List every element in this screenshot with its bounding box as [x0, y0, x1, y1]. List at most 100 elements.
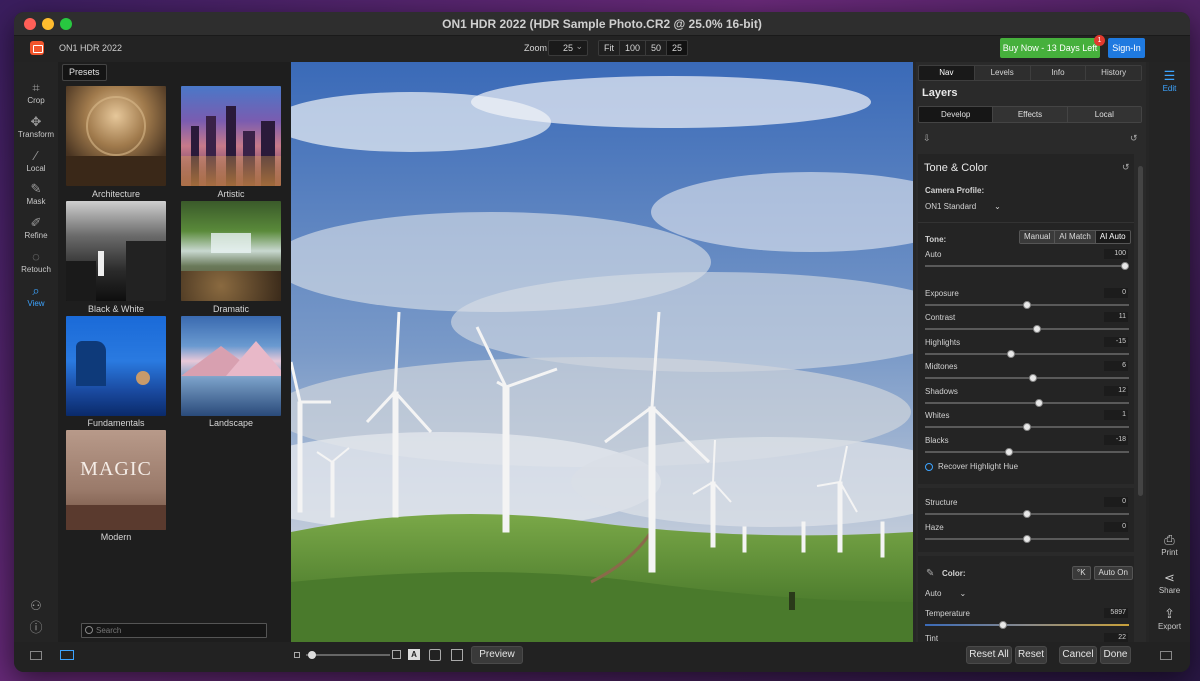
haze-slider[interactable]	[925, 535, 1129, 543]
zoom-slider[interactable]	[306, 651, 390, 659]
blacks-slider[interactable]	[925, 448, 1129, 456]
tone-ai-match-button[interactable]: AI Match	[1055, 231, 1096, 243]
sign-in-button[interactable]: Sign-In	[1108, 38, 1145, 58]
tool-refine[interactable]: ✐ Refine	[14, 215, 58, 240]
zoom-100-button[interactable]: 100	[620, 41, 647, 55]
tool-crop[interactable]: ⌗ Crop	[14, 80, 58, 105]
zoom-window-button[interactable]	[60, 18, 72, 30]
slider-knob[interactable]	[1007, 350, 1015, 358]
kelvin-button[interactable]: °K	[1072, 566, 1091, 580]
whites-slider[interactable]	[925, 423, 1129, 431]
auto-icon[interactable]: A	[408, 649, 420, 660]
temperature-value[interactable]: 5897	[1104, 608, 1128, 618]
tab-local[interactable]: Local	[1067, 107, 1141, 122]
tab-history[interactable]: History	[1086, 66, 1141, 80]
compare-icon[interactable]	[429, 649, 441, 661]
tone-manual-button[interactable]: Manual	[1020, 231, 1056, 243]
toggle-left-panel-icon[interactable]	[30, 651, 42, 660]
preview-button[interactable]: Preview	[471, 646, 523, 664]
zoom-select[interactable]: 25	[548, 39, 588, 56]
slider-knob[interactable]	[1023, 423, 1031, 431]
camera-profile-select[interactable]: ON1 Standard ⌄	[925, 202, 1001, 211]
reset-layer-icon[interactable]: ↺	[1130, 133, 1138, 144]
slider-knob[interactable]	[1023, 510, 1031, 518]
color-mode-select[interactable]: Auto ⌄	[925, 589, 966, 598]
preset-fundamentals-thumb[interactable]	[66, 316, 166, 416]
slider-knob[interactable]	[999, 621, 1007, 629]
help-button[interactable]: ⓘ	[14, 620, 58, 636]
preset-architecture-thumb[interactable]	[66, 86, 166, 186]
slider-knob[interactable]	[308, 651, 316, 659]
midtones-value[interactable]: 6	[1104, 361, 1128, 371]
tool-local[interactable]: ⁄ Local	[14, 148, 58, 173]
contrast-slider[interactable]	[925, 325, 1129, 333]
minimize-window-button[interactable]	[42, 18, 54, 30]
account-button[interactable]: ⚇	[14, 598, 58, 614]
tool-view[interactable]: ⌕ View	[14, 283, 58, 308]
preset-landscape-thumb[interactable]	[181, 316, 281, 416]
presets-tab[interactable]: Presets	[62, 64, 107, 81]
zoom-50-button[interactable]: 50	[646, 41, 668, 55]
toggle-browser-icon[interactable]	[60, 650, 74, 660]
exposure-slider[interactable]	[925, 301, 1129, 309]
photo-canvas[interactable]	[291, 62, 913, 642]
zoom-fit-button[interactable]: Fit	[599, 41, 620, 55]
blacks-value[interactable]: -18	[1104, 435, 1128, 445]
tab-nav[interactable]: Nav	[919, 66, 975, 80]
module-export[interactable]: ⇪ Export	[1149, 606, 1190, 631]
buy-now-button[interactable]: Buy Now - 13 Days Left	[1000, 38, 1100, 58]
temperature-slider[interactable]	[925, 621, 1129, 629]
recover-highlight-hue-toggle[interactable]	[925, 463, 933, 471]
preset-modern-thumb[interactable]: MAGIC	[66, 430, 166, 530]
cancel-button[interactable]: Cancel	[1059, 646, 1097, 664]
exposure-value[interactable]: 0	[1104, 288, 1128, 298]
preset-search-input[interactable]: Search	[81, 623, 267, 638]
tool-mask[interactable]: ✎ Mask	[14, 181, 58, 206]
done-button[interactable]: Done	[1100, 646, 1131, 664]
tab-effects[interactable]: Effects	[993, 107, 1068, 122]
save-preset-icon[interactable]: ⇩	[923, 133, 931, 144]
shadows-value[interactable]: 12	[1104, 386, 1128, 396]
auto-value[interactable]: 100	[1104, 249, 1128, 259]
zoom-min-icon[interactable]	[294, 652, 300, 658]
slider-knob[interactable]	[1029, 374, 1037, 382]
reset-all-button[interactable]: Reset All	[966, 646, 1012, 664]
panel-scrollbar[interactable]	[1138, 166, 1143, 496]
close-window-button[interactable]	[24, 18, 36, 30]
auto-slider[interactable]	[925, 262, 1129, 270]
preset-black-white-thumb[interactable]	[66, 201, 166, 301]
slider-knob[interactable]	[1035, 399, 1043, 407]
tone-ai-auto-button[interactable]: AI Auto	[1095, 231, 1130, 243]
reset-button[interactable]: Reset	[1015, 646, 1047, 664]
overlay-icon[interactable]	[451, 649, 463, 661]
slider-knob[interactable]	[1121, 262, 1129, 270]
slider-knob[interactable]	[1023, 535, 1031, 543]
eyedropper-icon[interactable]: ✎	[926, 568, 934, 579]
tool-retouch[interactable]: ◌ Retouch	[14, 249, 58, 274]
structure-slider[interactable]	[925, 510, 1129, 518]
auto-on-button[interactable]: Auto On	[1093, 566, 1133, 580]
shadows-slider[interactable]	[925, 399, 1129, 407]
slider-knob[interactable]	[1005, 448, 1013, 456]
preset-artistic-thumb[interactable]	[181, 86, 281, 186]
midtones-slider[interactable]	[925, 374, 1129, 382]
contrast-value[interactable]: 11	[1104, 312, 1128, 322]
reset-section-icon[interactable]: ↺	[1122, 162, 1130, 173]
structure-value[interactable]: 0	[1104, 497, 1128, 507]
toggle-right-panel-icon[interactable]	[1160, 651, 1172, 660]
slider-knob[interactable]	[1033, 325, 1041, 333]
tab-info[interactable]: Info	[1030, 66, 1087, 80]
module-edit[interactable]: ☰ Edit	[1149, 68, 1190, 93]
zoom-max-icon[interactable]	[392, 650, 401, 659]
tab-levels[interactable]: Levels	[974, 66, 1031, 80]
highlights-slider[interactable]	[925, 350, 1129, 358]
whites-value[interactable]: 1	[1104, 410, 1128, 420]
slider-knob[interactable]	[1023, 301, 1031, 309]
tool-transform[interactable]: ✥ Transform	[14, 114, 58, 139]
module-share[interactable]: ⋖ Share	[1149, 570, 1190, 595]
zoom-25-button[interactable]: 25	[667, 41, 688, 55]
haze-value[interactable]: 0	[1104, 522, 1128, 532]
preset-dramatic-thumb[interactable]	[181, 201, 281, 301]
tab-develop[interactable]: Develop	[919, 107, 994, 122]
highlights-value[interactable]: -15	[1104, 337, 1128, 347]
